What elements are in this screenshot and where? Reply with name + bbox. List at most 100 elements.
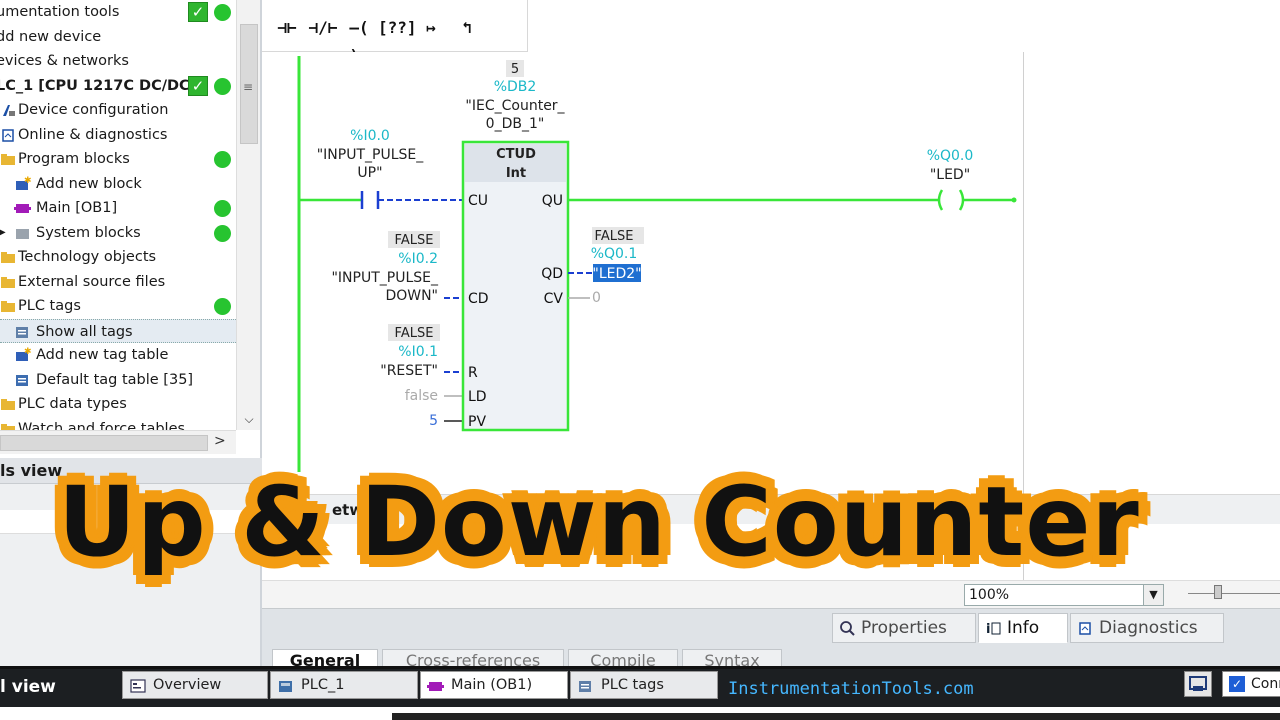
instance-name-line2: 0_DB_1" [486,116,545,132]
zoom-slider-knob[interactable] [1214,585,1222,599]
coil-button[interactable]: –( )– [342,14,376,65]
ld-value[interactable]: false [405,388,438,404]
close-branch-button[interactable]: ↰ [450,14,484,42]
rung-end [1011,197,1017,203]
tree-item[interactable]: ✱ Add new tag table [0,343,236,367]
input-up-contact[interactable] [360,191,380,209]
tab-properties[interactable]: Properties [832,613,976,643]
tree-item[interactable]: PLC tags [0,294,236,318]
editor-tab-plc-tags[interactable]: PLC tags [570,671,718,699]
output-qd-name[interactable]: "LED2" [592,266,641,282]
editor-tab-label: Main (OB1) [451,677,533,693]
pin-cv: CV [544,291,564,307]
folder-icon [0,151,17,167]
connection-status[interactable]: ✓ Conn [1222,671,1280,697]
input-up-name-line1: "INPUT_PULSE_ [317,147,425,163]
pin-cd: CD [468,291,489,307]
tree-item[interactable]: dd new device [0,25,236,49]
tree-horizontal-scrollbar[interactable]: > [0,430,236,454]
folder-icon [0,396,17,412]
tree-item[interactable]: LC_1 [CPU 1217C DC/DC... ✓ [0,74,236,98]
tree-item[interactable]: Technology objects [0,245,236,269]
editor-tab-main-ob1-[interactable]: Main (OB1) [420,671,568,699]
tab-diagnostics[interactable]: Diagnostics [1070,613,1224,643]
input-down-address: %I0.2 [398,251,438,267]
scroll-down-icon[interactable]: ⌵ [240,412,258,428]
add-block-icon: ✱ [14,176,32,192]
ladder-toolbar: ⊣⊢⊣/⊢–( )–[??]↦↰ [262,0,528,65]
subtab-cross-references[interactable]: Cross-references [382,649,564,667]
status-dot-icon [214,224,231,242]
open-branch-button[interactable]: ↦ [414,14,448,42]
tree-vertical-scrollbar[interactable]: ≡ ⌵ [236,0,260,430]
zoom-slider[interactable] [1188,585,1280,599]
tree-item[interactable]: Device configuration [0,98,236,122]
folder-icon [0,298,17,314]
editor-tab-overview[interactable]: Overview [122,671,268,699]
properties-icon [839,620,855,636]
instance-address: %DB2 [494,79,537,95]
tray-icon[interactable] [1184,671,1212,697]
chevron-down-icon[interactable]: ▼ [1143,585,1163,605]
bottom-strip [0,707,1280,720]
status-dot-icon [214,77,231,95]
tab-label: Info [1007,618,1040,638]
tree-item-label: dd new device [0,28,102,45]
subtab-syntax[interactable]: Syntax [682,649,782,667]
nc-contact-button[interactable]: ⊣/⊢ [306,14,340,42]
tree-item[interactable]: Program blocks [0,147,236,171]
tree-item[interactable]: System blocks ▶ [0,221,236,245]
input-reset-address: %I0.1 [398,344,438,360]
overlay-title: Up & Down Counter [58,466,1140,578]
ladder-network-1: 5 %DB2 "IEC_Counter_ 0_DB_1" CTUD Int CU… [297,56,1017,472]
led-coil[interactable] [937,189,965,211]
overview-icon [129,677,147,693]
tab-info[interactable]: i Info [978,613,1068,643]
tree-item[interactable]: ✱ Add new block [0,172,236,196]
zoom-value: 100% [969,587,1010,603]
no-contact-button[interactable]: ⊣⊢ [270,14,304,42]
scroll-right-icon[interactable]: > [214,433,226,449]
subtab-general[interactable]: General [272,649,378,667]
pin-r: R [468,365,478,381]
tab-label: Properties [861,618,947,638]
pin-qd: QD [541,266,563,282]
output-led-name: "LED" [930,167,970,183]
tag-table-icon [14,372,31,388]
diagnostics-icon [1077,620,1093,636]
input-up-address: %I0.0 [350,128,390,144]
expand-arrow-icon[interactable]: ▶ [0,221,6,245]
instance-number: 5 [511,62,519,77]
tree-item[interactable]: External source files [0,270,236,294]
input-down-state: FALSE [395,233,434,248]
svg-text:✱: ✱ [24,176,31,186]
tree-item[interactable]: evices & networks [0,49,236,73]
tree-item[interactable]: Main [OB1] [0,196,236,220]
status-dot-icon [214,298,231,315]
tree-item[interactable]: PLC data types [0,392,236,416]
subtab-compile[interactable]: Compile [568,649,678,667]
block-type: CTUD [496,147,536,162]
ctud-block[interactable] [461,140,570,432]
tree-item[interactable]: Online & diagnostics [0,123,236,147]
input-down-name-line2: DOWN" [385,288,438,304]
pv-value[interactable]: 5 [429,413,438,429]
tree-item[interactable]: umentation tools ✓ [0,0,236,24]
editor-tab-plc-1[interactable]: PLC_1 [270,671,418,699]
status-dot-icon [214,4,231,21]
portal-view-label[interactable]: l view [0,677,56,697]
ob-block-icon [14,200,31,216]
check-icon: ✓ [1229,676,1245,692]
tree-item[interactable]: Show all tags [0,318,236,343]
tree-item-label: Add new block [36,175,142,192]
zoom-select[interactable]: 100% ▼ [964,584,1164,606]
connection-status-text: Conn [1251,676,1280,692]
folder-icon [0,249,17,265]
scroll-thumb[interactable] [0,435,208,451]
editor-tab-label: PLC_1 [301,677,345,693]
svg-text:✱: ✱ [24,347,31,357]
empty-box-button[interactable]: [??] [378,14,417,42]
tree-item-label: Technology objects [18,249,157,265]
tree-item[interactable]: Default tag table [35] [0,368,236,392]
folder-icon [0,274,17,290]
